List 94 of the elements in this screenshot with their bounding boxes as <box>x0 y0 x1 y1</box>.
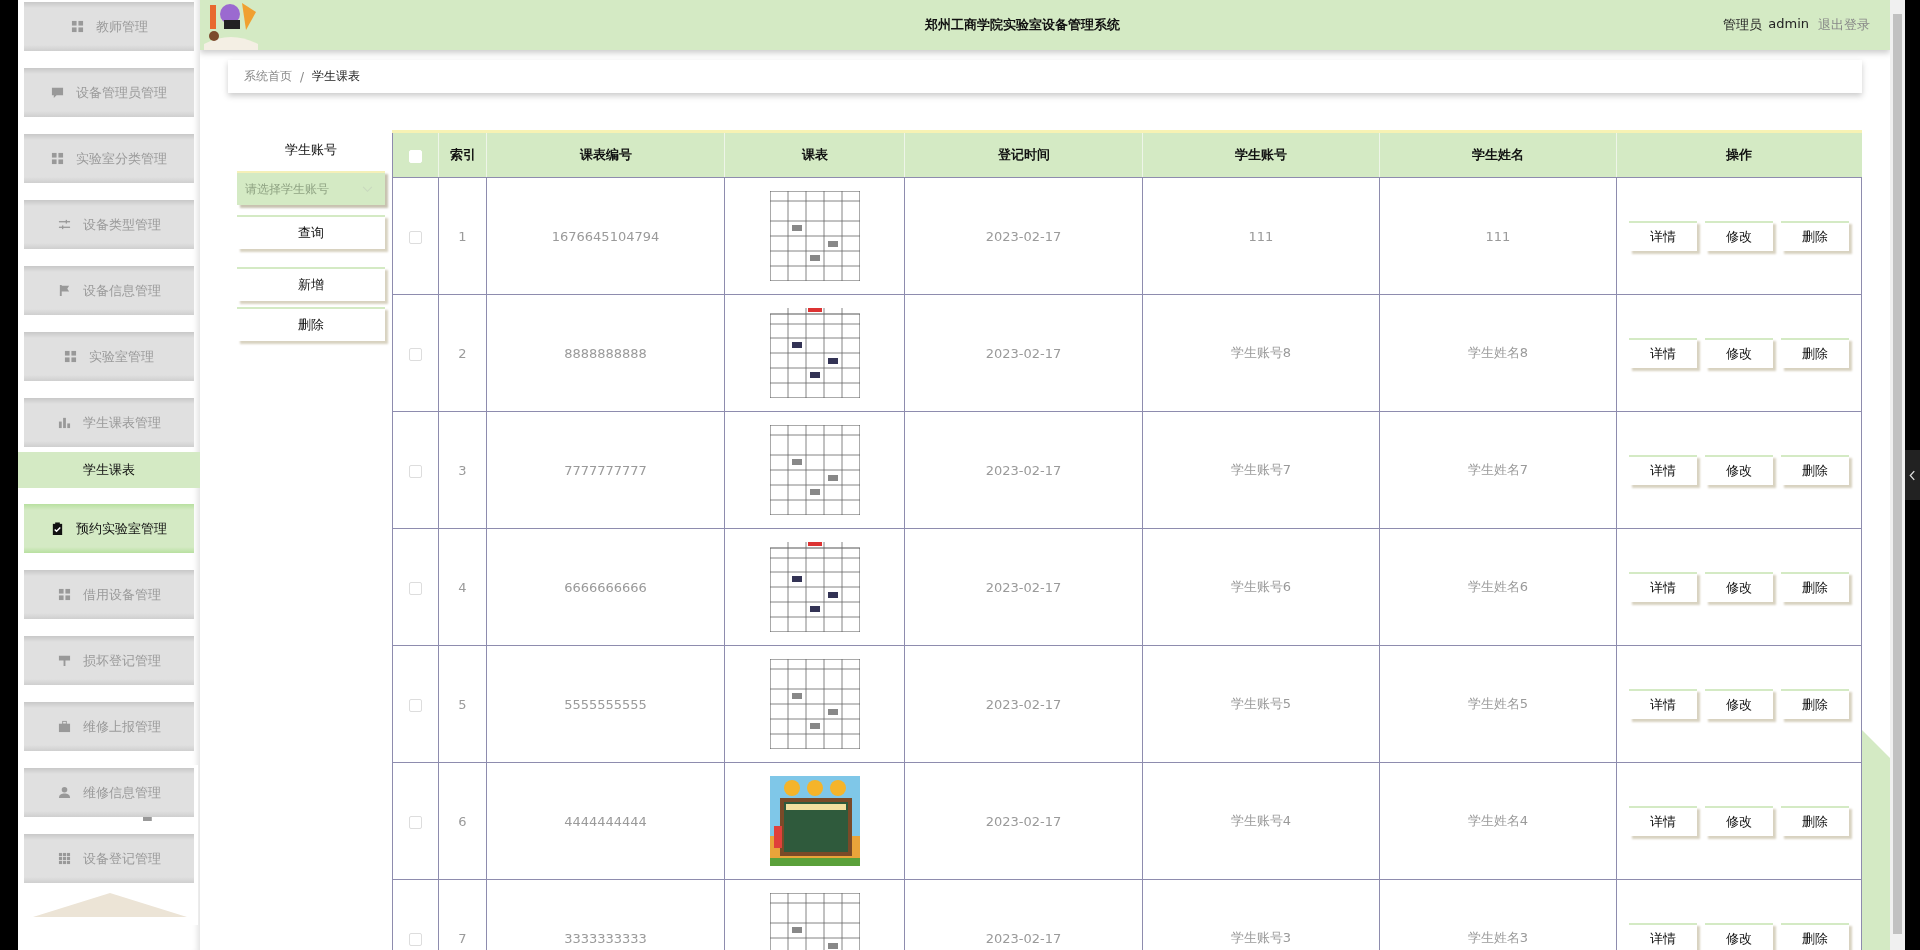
breadcrumb-item: 学生课表 <box>312 68 361 85</box>
app-title: 郑州工商学院实验室设备管理系统 <box>924 16 1122 34</box>
table-cell: 6 <box>438 762 487 880</box>
chevron-left-icon <box>1909 469 1916 481</box>
row-checkbox[interactable] <box>409 932 422 946</box>
table-cell: 4444444444 <box>486 762 725 880</box>
delete-button[interactable]: 删除 <box>1781 221 1849 251</box>
edit-button[interactable]: 修改 <box>1705 338 1773 368</box>
add-button[interactable]: 新增 <box>237 267 385 301</box>
grid-icon <box>57 588 71 601</box>
table-cell: 7777777777 <box>486 411 725 529</box>
column-header: 登记时间 <box>904 133 1143 178</box>
table-cell: 学生姓名6 <box>1379 528 1617 646</box>
case-icon <box>57 720 71 733</box>
filter-label: 学生账号 <box>284 141 338 159</box>
grid9-icon <box>57 852 71 865</box>
edit-button[interactable]: 修改 <box>1705 572 1773 602</box>
row-checkbox[interactable] <box>409 581 422 595</box>
delete-button[interactable]: 删除 <box>1781 338 1849 368</box>
table-cell: 2023-02-17 <box>904 294 1143 412</box>
clip-icon <box>51 522 64 535</box>
row-checkbox[interactable] <box>409 698 422 712</box>
table-cell: 111 <box>1142 177 1380 295</box>
user-name: admin <box>1768 16 1809 33</box>
table-cell: 4 <box>438 528 487 646</box>
table-cell: 2023-02-17 <box>904 762 1143 880</box>
delete-button[interactable]: 删除 <box>1781 689 1849 719</box>
delete-button[interactable]: 删除 <box>1781 455 1849 485</box>
column-header: 课表 <box>724 133 905 178</box>
row-checkbox[interactable] <box>409 464 422 478</box>
scrollbar[interactable] <box>1890 0 1905 950</box>
table-cell: 学生账号5 <box>1142 645 1380 763</box>
grid-icon <box>51 152 64 165</box>
grid-icon <box>70 20 84 33</box>
table-cell: 学生姓名8 <box>1379 294 1617 412</box>
table-cell: 6666666666 <box>486 528 725 646</box>
user-role: 管理员 <box>1723 16 1763 34</box>
column-header: 课表编号 <box>486 133 725 178</box>
detail-button[interactable]: 详情 <box>1629 338 1697 368</box>
table-cell: 2023-02-17 <box>904 411 1143 529</box>
table-cell: 学生姓名7 <box>1379 411 1617 529</box>
column-header: 学生姓名 <box>1379 133 1617 178</box>
grid-icon <box>64 350 77 363</box>
table-cell: 学生账号8 <box>1142 294 1380 412</box>
sidebar-subitem[interactable]: 学生课表 <box>18 452 200 488</box>
delete-button[interactable]: 删除 <box>237 307 385 341</box>
search-button[interactable]: 查询 <box>237 215 385 249</box>
edit-button[interactable]: 修改 <box>1705 806 1773 836</box>
bars-icon <box>57 416 71 429</box>
table-cell: 2023-02-17 <box>904 177 1143 295</box>
detail-button[interactable]: 详情 <box>1629 923 1697 950</box>
flag-icon <box>57 284 71 297</box>
table-cell: 3 <box>438 411 487 529</box>
table-cell: 学生姓名5 <box>1379 645 1617 763</box>
table-cell: 学生账号7 <box>1142 411 1380 529</box>
table-cell: 学生账号4 <box>1142 762 1380 880</box>
sidebar-item[interactable]: 预约实验室管理 <box>24 504 194 553</box>
delete-button[interactable]: 删除 <box>1781 806 1849 836</box>
table-cell: 学生姓名4 <box>1379 762 1617 880</box>
delete-button[interactable]: 删除 <box>1781 572 1849 602</box>
person-icon <box>57 786 71 799</box>
detail-button[interactable]: 详情 <box>1629 455 1697 485</box>
column-header: 学生账号 <box>1142 133 1380 178</box>
breadcrumb-item[interactable]: 系统首页 <box>244 68 292 85</box>
sign-icon <box>57 654 71 667</box>
row-checkbox[interactable] <box>409 815 422 829</box>
collapse-tab[interactable] <box>1905 450 1920 500</box>
table-cell: 1676645104794 <box>486 177 725 295</box>
table-cell: 2023-02-17 <box>904 645 1143 763</box>
breadcrumb-separator: / <box>300 69 305 84</box>
delete-button[interactable]: 删除 <box>1781 923 1849 950</box>
sliders-icon <box>57 218 71 231</box>
column-header: 索引 <box>438 133 487 178</box>
edit-button[interactable]: 修改 <box>1705 689 1773 719</box>
table-cell: 8888888888 <box>486 294 725 412</box>
table-cell: 2023-02-17 <box>904 528 1143 646</box>
row-checkbox[interactable] <box>409 347 422 361</box>
column-header: 操作 <box>1616 133 1862 178</box>
detail-button[interactable]: 详情 <box>1629 806 1697 836</box>
table-cell: 2 <box>438 294 487 412</box>
detail-button[interactable]: 详情 <box>1629 221 1697 251</box>
detail-button[interactable]: 详情 <box>1629 689 1697 719</box>
row-checkbox[interactable] <box>409 230 422 244</box>
table-cell: 111 <box>1379 177 1617 295</box>
table-cell: 5 <box>438 645 487 763</box>
select-all-checkbox[interactable] <box>409 149 422 163</box>
chat-icon <box>51 86 64 99</box>
detail-button[interactable]: 详情 <box>1629 572 1697 602</box>
table-cell: 学生账号6 <box>1142 528 1380 646</box>
edit-button[interactable]: 修改 <box>1705 455 1773 485</box>
edit-button[interactable]: 修改 <box>1705 221 1773 251</box>
table-cell: 5555555555 <box>486 645 725 763</box>
table-cell: 1 <box>438 177 487 295</box>
edit-button[interactable]: 修改 <box>1705 923 1773 950</box>
